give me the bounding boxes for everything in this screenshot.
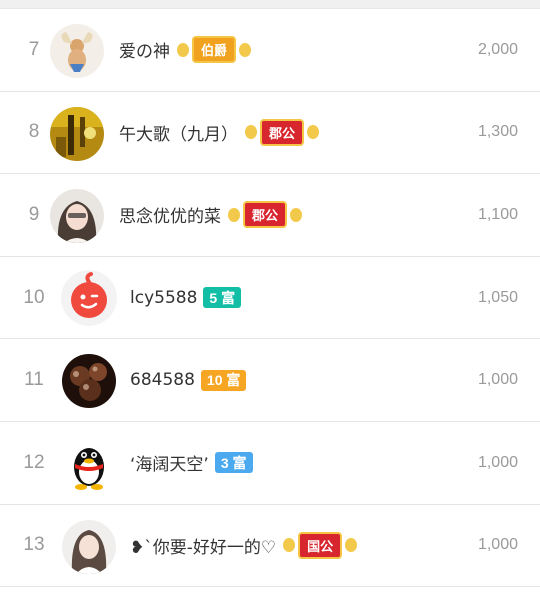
rank-number: 13	[23, 534, 45, 556]
wealth-level-badge: 10 富	[200, 369, 247, 391]
score-value: 1,000	[477, 536, 518, 554]
list-item[interactable]: 12 ‘海阔天空’ 3 富 1,000	[0, 422, 540, 505]
score-value: 1,000	[477, 371, 518, 389]
score-value: 1,000	[477, 453, 518, 471]
qq-penguin-avatar[interactable]	[62, 436, 116, 491]
username[interactable]: ‘海阔天空’	[130, 450, 209, 475]
noble-rank-badge: 郡公	[227, 201, 303, 229]
wealth-level-badge: 5 富	[203, 287, 242, 309]
wealth-level-badge: 3 富	[214, 452, 253, 474]
list-item[interactable]: 10 lcy5588 5 富 1,050	[0, 257, 540, 340]
noble-rank-badge: 伯爵	[176, 36, 252, 64]
noble-rank-badge: 郡公	[244, 118, 320, 146]
username[interactable]: 午大歌（九月）	[119, 120, 238, 145]
username[interactable]: 684588	[130, 370, 195, 390]
score-value: 1,100	[477, 205, 518, 223]
list-item[interactable]: 7 爱の神 伯爵 2,000	[0, 9, 540, 92]
leaderboard-list: 7 爱の神 伯爵 2,000 8 午大歌（九月） 郡公 1,300 9 思念优优…	[0, 9, 540, 588]
rank-number: 8	[28, 121, 40, 143]
username[interactable]: 思念优优的菜	[119, 202, 221, 227]
score-value: 1,300	[477, 123, 518, 141]
rank-number: 7	[28, 38, 40, 60]
score-value: 1,050	[477, 288, 518, 306]
username[interactable]: lcy5588	[130, 288, 197, 308]
rank-number: 12	[23, 451, 45, 473]
list-item[interactable]: 11 684588 10 富 1,000	[0, 339, 540, 422]
avatar[interactable]	[62, 354, 116, 409]
score-value: 2,000	[477, 40, 518, 58]
avatar[interactable]	[50, 106, 104, 161]
rank-number: 11	[24, 369, 44, 391]
avatar[interactable]	[50, 189, 104, 244]
username[interactable]: ❥`你要-好好一的♡	[130, 533, 276, 558]
list-item[interactable]: 9 思念优优的菜 郡公 1,100	[0, 174, 540, 257]
avatar[interactable]	[61, 269, 117, 326]
list-item[interactable]: 8 午大歌（九月） 郡公 1,300	[0, 92, 540, 175]
rank-number: 10	[23, 286, 45, 308]
username[interactable]: 爱の神	[119, 37, 170, 62]
rank-number: 9	[28, 203, 40, 225]
avatar[interactable]	[50, 24, 104, 78]
list-item[interactable]: 13 ❥`你要-好好一的♡ 国公 1,000	[0, 505, 540, 588]
avatar[interactable]	[62, 519, 116, 574]
top-divider	[0, 0, 540, 9]
noble-rank-badge: 国公	[282, 531, 358, 559]
